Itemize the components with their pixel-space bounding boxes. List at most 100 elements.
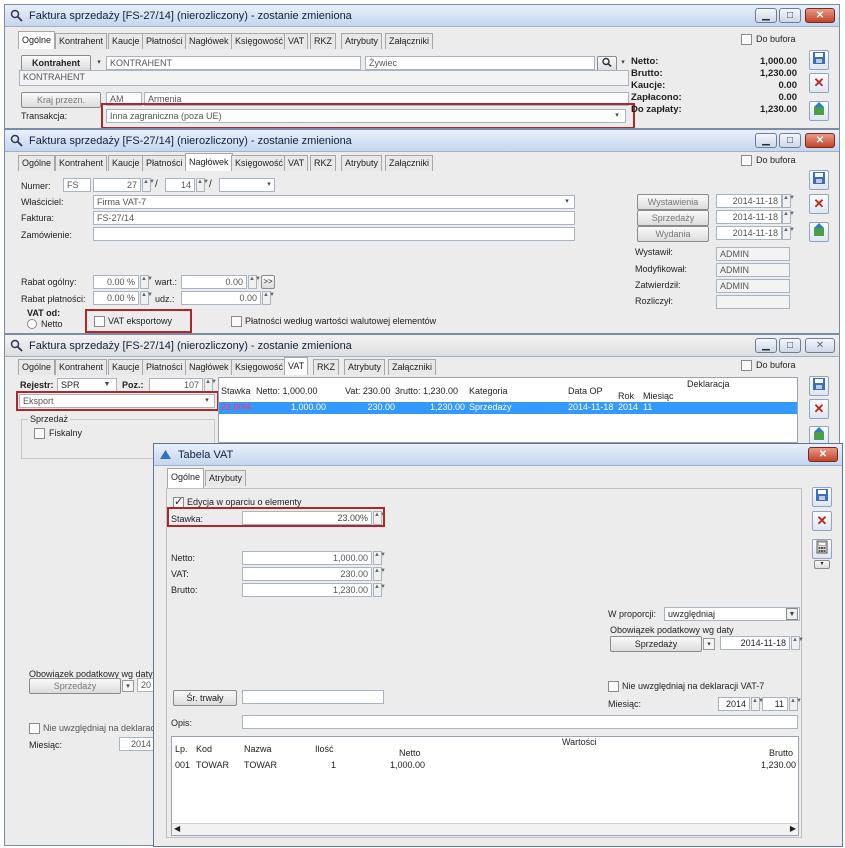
cancel-button[interactable]: ✕ xyxy=(809,399,829,419)
brutto-spinner[interactable]: ▲▼ xyxy=(373,583,386,597)
numer-year-field[interactable]: 14 xyxy=(165,178,195,192)
calculator-button[interactable] xyxy=(812,539,832,559)
wart-spinner[interactable]: ▲▼ xyxy=(248,275,261,289)
kontrahent-city-field[interactable]: Żywiec xyxy=(365,56,595,70)
rabat-platnosci-field[interactable]: 0.00 % xyxy=(93,291,139,305)
wydania-date[interactable]: 2014-11-18 xyxy=(716,226,782,240)
horizontal-scrollbar[interactable]: ◀ ▶ xyxy=(172,823,798,835)
tab-zalaczniki[interactable]: Załączniki xyxy=(385,155,434,171)
wystawienia-button[interactable]: Wystawienia xyxy=(637,194,709,210)
rabat-more-button[interactable]: >> xyxy=(261,275,275,289)
numer-number-spinner[interactable]: ▲▼ xyxy=(142,178,155,192)
kontrahent-code-field[interactable]: KONTRAHENT xyxy=(106,56,361,70)
w-proporcji-select[interactable]: uwzględniaj xyxy=(664,607,800,621)
miesiac-year[interactable]: 2014 xyxy=(718,697,750,711)
numer-prefix-field[interactable]: FS xyxy=(63,178,91,192)
obowiazek-dropdown-icon[interactable]: ▾ xyxy=(703,638,715,650)
save-button[interactable] xyxy=(809,50,829,70)
udz-spinner[interactable]: ▲▼ xyxy=(262,291,275,305)
save-button[interactable] xyxy=(812,487,832,507)
do-bufora-checkbox[interactable] xyxy=(741,34,752,45)
tab-kontrahent[interactable]: Kontrahent xyxy=(55,155,108,171)
nie-uwzgledniaj-checkbox[interactable] xyxy=(29,723,40,734)
vat-netto-radio[interactable] xyxy=(27,319,37,329)
wystawienia-spinner[interactable]: ▲▼ xyxy=(782,194,795,208)
sprzedazy-date[interactable]: 2014-11-18 xyxy=(716,210,782,224)
kontrahent-dropdown-icon[interactable]: ▾ xyxy=(93,57,105,69)
do-bufora-checkbox[interactable] xyxy=(741,360,752,371)
tab-atrybuty[interactable]: Atrybuty xyxy=(341,155,383,171)
wlasciciel-dropdown-icon[interactable]: ▾ xyxy=(561,196,573,208)
tab-kontrahent[interactable]: Kontrahent xyxy=(55,33,108,49)
wlasciciel-select[interactable]: Firma VAT-7 xyxy=(93,195,575,209)
nie-uwzgledniaj-checkbox[interactable] xyxy=(608,681,619,692)
save-button[interactable] xyxy=(809,376,829,396)
vat-field[interactable]: 230.00 xyxy=(242,567,372,581)
table-row[interactable]: 001 TOWAR TOWAR 1 1,000.00 1,230.00 xyxy=(172,760,798,772)
tab-naglowek[interactable]: Nagłówek xyxy=(185,153,233,171)
zamowienie-field[interactable] xyxy=(93,227,575,241)
netto-field[interactable]: 1,000.00 xyxy=(242,551,372,565)
tab-rkz[interactable]: RKZ xyxy=(310,155,336,171)
col-brutto[interactable]: Brutto xyxy=(769,748,793,758)
netto-spinner[interactable]: ▲▼ xyxy=(373,551,386,565)
search-dropdown-icon[interactable]: ▾ xyxy=(617,57,629,69)
sr-trwaly-field[interactable] xyxy=(242,690,384,704)
wystawienia-date[interactable]: 2014-11-18 xyxy=(716,194,782,208)
sprzedazy-spinner[interactable]: ▲▼ xyxy=(782,210,795,224)
wydania-button[interactable]: Wydania xyxy=(637,226,709,242)
maximize-button[interactable]: □ xyxy=(779,338,801,353)
scroll-right-icon[interactable]: ▶ xyxy=(790,824,796,833)
w-proporcji-dropdown-icon[interactable]: ▼ xyxy=(786,608,798,620)
tab-kaucje[interactable]: Kaucje xyxy=(108,155,144,171)
col-kod[interactable]: Kod xyxy=(196,744,212,754)
tab-vat[interactable]: VAT xyxy=(284,155,309,171)
save-button[interactable] xyxy=(809,170,829,190)
obowiazek-sprzedazy-button[interactable]: Sprzedaży xyxy=(29,678,121,694)
minimize-button[interactable]: ▁ xyxy=(755,338,777,353)
miesiac-year-spinner[interactable]: ▲▼ xyxy=(751,697,764,711)
close-button[interactable]: ✕ xyxy=(808,447,838,462)
wydania-spinner[interactable]: ▲▼ xyxy=(782,226,795,240)
maximize-button[interactable]: □ xyxy=(779,8,801,23)
close-button[interactable]: ✕ xyxy=(805,133,835,148)
sr-trwaly-button[interactable]: Śr. trwały xyxy=(173,690,237,706)
col-vat[interactable]: Vat: 230.00 xyxy=(345,386,390,396)
kraj-przezn-button[interactable]: Kraj przezn. xyxy=(21,92,101,108)
maximize-button[interactable]: □ xyxy=(779,133,801,148)
tab-naglowek[interactable]: Nagłówek xyxy=(185,359,233,375)
tab-ksiegowosc[interactable]: Księgowość xyxy=(231,155,288,171)
tab-atrybuty[interactable]: Atrybuty xyxy=(341,33,383,49)
rabat-platnosci-spinner[interactable]: ▲▼ xyxy=(140,291,153,305)
obowiazek-dropdown-icon[interactable]: ▾ xyxy=(122,680,134,692)
tab-ogolne[interactable]: Ogólne xyxy=(18,155,56,171)
udz-field[interactable]: 0.00 xyxy=(181,291,261,305)
cancel-button[interactable]: ✕ xyxy=(812,511,832,531)
faktura-field[interactable]: FS-27/14 xyxy=(93,211,575,225)
vat-spinner[interactable]: ▲▼ xyxy=(373,567,386,581)
tab-ogolne[interactable]: Ogólne xyxy=(18,359,56,375)
tab-kaucje[interactable]: Kaucje xyxy=(108,359,144,375)
rabat-ogolny-spinner[interactable]: ▲▼ xyxy=(140,275,153,289)
col-lp[interactable]: Lp. xyxy=(175,744,188,754)
tab-rkz[interactable]: RKZ xyxy=(310,33,336,49)
rabat-ogolny-field[interactable]: 0.00 % xyxy=(93,275,139,289)
tab-atrybuty[interactable]: Atrybuty xyxy=(205,470,247,486)
tab-vat[interactable]: VAT xyxy=(284,33,309,49)
tab-zalaczniki[interactable]: Załączniki xyxy=(385,33,434,49)
poz-spinner[interactable]: ▲▼ xyxy=(204,378,217,392)
tab-zalaczniki[interactable]: Załączniki xyxy=(388,359,437,375)
miesiac-year[interactable]: 2014 xyxy=(119,737,155,751)
minimize-button[interactable]: ▁ xyxy=(755,133,777,148)
numer-number-field[interactable]: 27 xyxy=(93,178,141,192)
close-button[interactable]: ✕ xyxy=(805,338,835,353)
miesiac-month-spinner[interactable]: ▲▼ xyxy=(789,697,802,711)
col-nazwa[interactable]: Nazwa xyxy=(244,744,272,754)
tab-platnosci[interactable]: Płatności xyxy=(142,155,187,171)
col-ilosc[interactable]: Ilość xyxy=(315,744,334,754)
minimize-button[interactable]: ▁ xyxy=(755,8,777,23)
wart-field[interactable]: 0.00 xyxy=(181,275,247,289)
do-bufora-checkbox[interactable] xyxy=(741,155,752,166)
tab-ksiegowosc[interactable]: Księgowość xyxy=(231,359,288,375)
tab-ksiegowosc[interactable]: Księgowość xyxy=(231,33,288,49)
